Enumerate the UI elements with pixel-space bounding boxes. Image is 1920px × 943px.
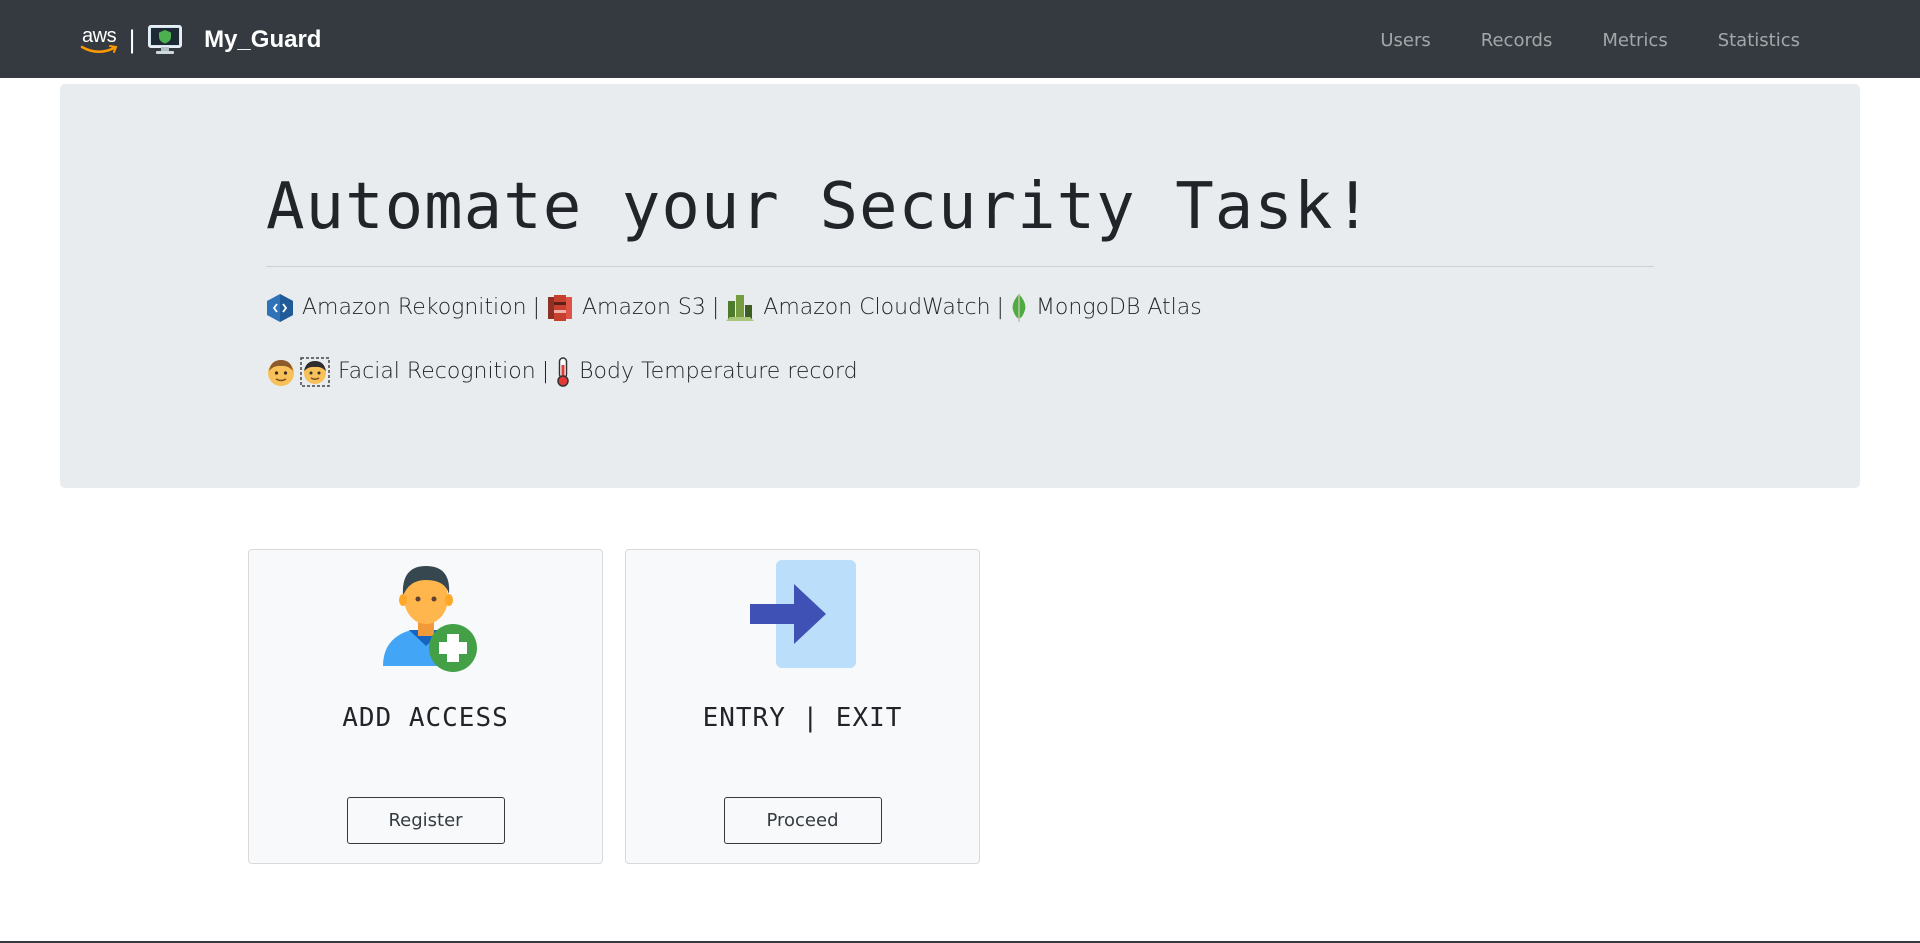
card-title-add-access: ADD ACCESS (342, 703, 509, 733)
face-icon (268, 360, 294, 386)
service-label-cloudwatch: Amazon CloudWatch (763, 295, 991, 320)
thermometer-icon (557, 357, 569, 387)
card-title-entry-exit: ENTRY | EXIT (702, 703, 903, 733)
proceed-button[interactable]: Proceed (723, 797, 882, 844)
aws-logo-icon: aws (80, 24, 122, 56)
service-label-s3: Amazon S3 (581, 295, 706, 320)
register-button[interactable]: Register (346, 797, 505, 844)
entry-exit-card: ENTRY | EXIT Proceed (625, 549, 980, 864)
brand[interactable]: aws | My_Guard (80, 20, 321, 60)
face-scan-icon (300, 357, 330, 387)
nav-link-statistics[interactable]: Statistics (1718, 25, 1800, 57)
service-label-rekognition: Amazon Rekognition (302, 295, 527, 320)
brand-name: My_Guard (204, 26, 322, 53)
cloudwatch-icon (726, 295, 755, 321)
monitor-shield-icon (148, 25, 183, 54)
aws-smile-icon (80, 45, 118, 53)
feature-label-body-temperature: Body Temperature record (579, 359, 858, 384)
nav-links: Users Records Metrics Statistics (1330, 25, 1800, 57)
separator: | (541, 359, 550, 384)
separator: | (711, 295, 720, 320)
service-label-mongodb: MongoDB Atlas (1035, 295, 1202, 320)
feature-label-facial-recognition: Facial Recognition (338, 359, 536, 384)
rekognition-icon (267, 294, 293, 322)
hero-jumbotron: Automate your Security Task! Amazon Reko… (60, 84, 1860, 488)
brand-separator: | (128, 26, 137, 54)
separator: | (996, 295, 1004, 320)
nav-link-records[interactable]: Records (1481, 25, 1553, 57)
features-line: Facial Recognition | Body Temperature re… (266, 356, 858, 388)
top-navbar: aws | My_Guard Users Records Metrics Sta… (0, 0, 1920, 78)
services-line: Amazon Rekognition | Amazon S3 | Amazon … (266, 292, 1202, 324)
hero-divider (266, 266, 1654, 267)
nav-link-users[interactable]: Users (1380, 25, 1430, 57)
add-user-icon (382, 566, 477, 672)
separator: | (532, 295, 540, 320)
entry-arrow-icon (749, 560, 856, 668)
hero-title: Automate your Security Task! (266, 170, 1373, 244)
s3-icon (547, 295, 572, 321)
add-access-card: ADD ACCESS Register (248, 549, 603, 864)
mongodb-leaf-icon (1012, 294, 1026, 322)
nav-link-metrics[interactable]: Metrics (1602, 25, 1667, 57)
